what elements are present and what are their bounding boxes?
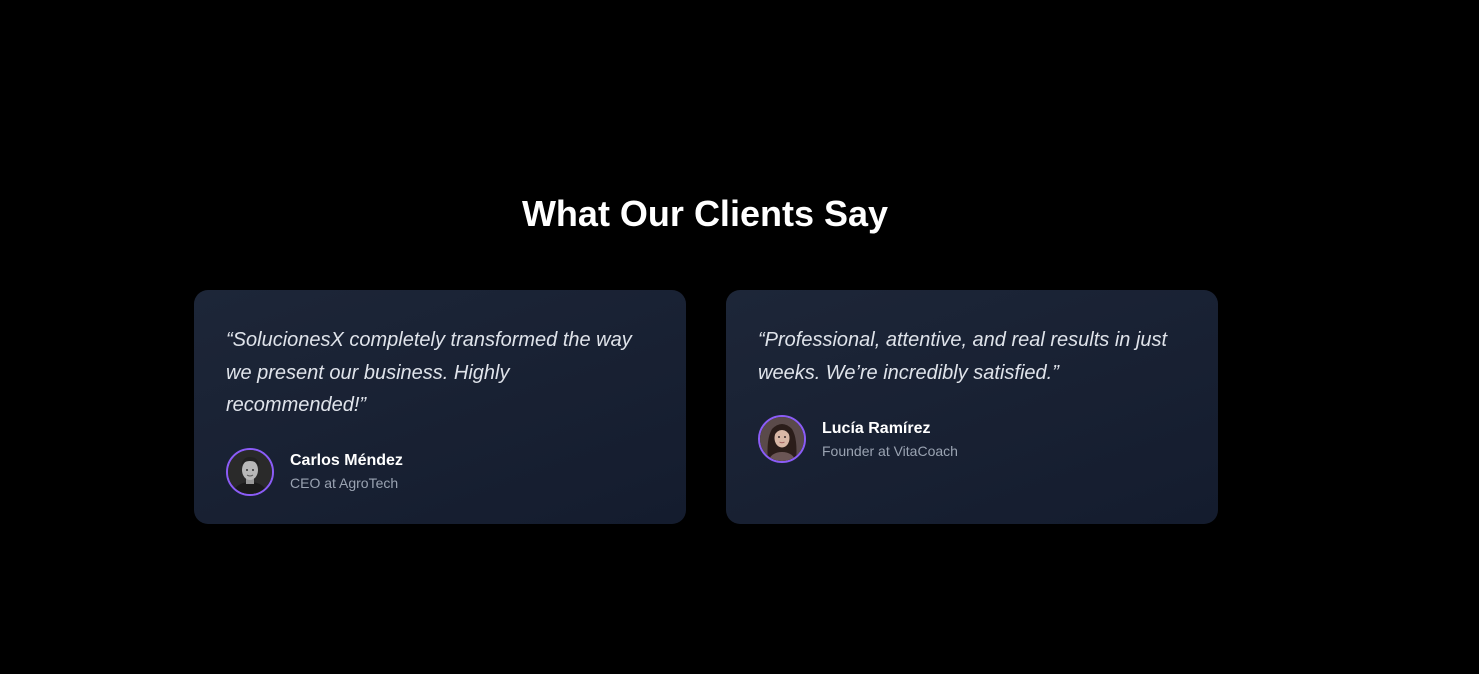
- author-name: Carlos Méndez: [290, 452, 403, 469]
- author-info: Carlos Méndez CEO at AgroTech: [290, 451, 403, 492]
- woman-portrait-avatar-icon: [760, 417, 804, 461]
- testimonial-quote: “Professional, attentive, and real resul…: [758, 329, 1168, 384]
- man-portrait-avatar-icon: [228, 449, 272, 494]
- testimonial-quote: “SolucionesX completely transformed the …: [226, 329, 632, 416]
- testimonial-card: “SolucionesX completely transformed the …: [194, 290, 686, 524]
- author-info: Lucía Ramírez Founder at VitaCoach: [822, 419, 958, 460]
- avatar: [758, 415, 806, 463]
- testimonial-author: Carlos Méndez CEO at AgroTech: [226, 447, 654, 496]
- testimonial-author: Lucía Ramírez Founder at VitaCoach: [758, 415, 1186, 463]
- avatar: [226, 447, 274, 496]
- testimonial-card: “Professional, attentive, and real resul…: [726, 290, 1218, 524]
- author-role: CEO at AgroTech: [290, 475, 399, 491]
- author-role: Founder at VitaCoach: [822, 442, 958, 459]
- section-title: What Our Clients Say: [521, 193, 889, 234]
- author-name: Lucía Ramírez: [822, 419, 931, 437]
- testimonials-section: What Our Clients Say “SolucionesX comple…: [0, 0, 1479, 674]
